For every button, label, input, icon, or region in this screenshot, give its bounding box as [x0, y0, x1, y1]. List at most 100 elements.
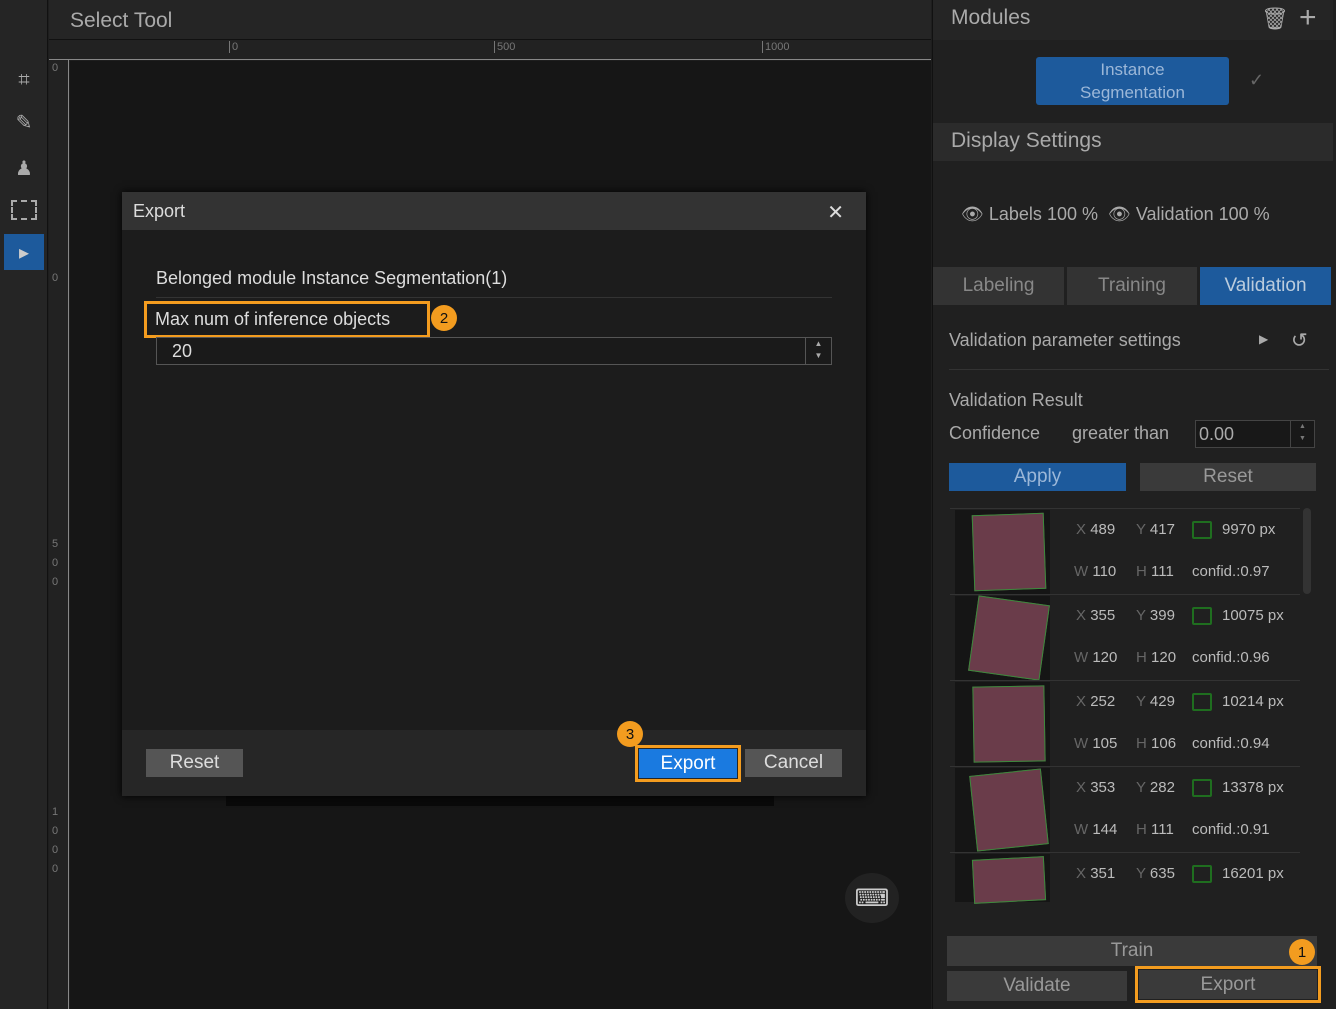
- field-label: X: [1076, 779, 1087, 796]
- result-value: 20: [172, 341, 193, 361]
- add-icon[interactable]: +: [1299, 1, 1317, 35]
- result-field: H 120: [1136, 649, 1176, 666]
- result-value: 0: [229, 41, 238, 53]
- object-mask: [969, 768, 1049, 852]
- result-item[interactable]: X 355 Y 399 10075 px W 120 H 120 confid.…: [950, 594, 1300, 681]
- train-button[interactable]: Train: [947, 936, 1317, 966]
- result-value: confid.:0.91: [1192, 821, 1270, 838]
- module-label: Belonged module Instance Segmentation(1): [156, 268, 832, 298]
- mask-color-swatch: [1192, 521, 1212, 539]
- result-item[interactable]: X 489 Y 417 9970 px W 110 H 111 confid.:…: [950, 508, 1300, 594]
- result-value: 0: [52, 272, 59, 284]
- field-label: Y: [1136, 693, 1146, 710]
- rect-select-icon[interactable]: [4, 192, 44, 228]
- validate-button[interactable]: Validate: [947, 971, 1127, 1001]
- result-value: 1000: [762, 41, 789, 53]
- field-label: Y: [1136, 865, 1146, 882]
- result-value: 100 %: [1046, 204, 1098, 224]
- modules-header: Modules 🗑 +: [933, 0, 1333, 40]
- check-icon: ✓: [1249, 70, 1265, 90]
- module-node-instance-segmentation[interactable]: Instance Segmentation: [1036, 57, 1229, 105]
- result-field: W 144: [1074, 821, 1117, 838]
- result-value: 0: [52, 825, 59, 837]
- result-value: confid.:0.96: [1192, 649, 1270, 666]
- result-field: W 110: [1074, 563, 1116, 580]
- result-item[interactable]: X 351 Y 635 16201 px: [950, 852, 1300, 904]
- result-value: 353: [1090, 779, 1116, 796]
- close-icon[interactable]: ✕: [827, 200, 844, 225]
- result-value: 0.00: [1199, 424, 1235, 444]
- result-value: confid.:0.97: [1192, 563, 1270, 580]
- result-value: 355: [1090, 607, 1116, 624]
- result-field: Y 635: [1136, 865, 1175, 882]
- result-item[interactable]: X 353 Y 282 13378 px W 144 H 111 confid.…: [950, 766, 1300, 852]
- result-field: X 351: [1076, 865, 1115, 882]
- history-icon[interactable]: ↺: [1291, 328, 1308, 353]
- result-value: confid.:0.94: [1192, 735, 1270, 752]
- step-badge-1: 1: [1289, 939, 1315, 965]
- result-field: W 120: [1074, 649, 1117, 666]
- apply-button[interactable]: Apply: [949, 463, 1126, 491]
- mask-color-swatch: [1192, 779, 1212, 797]
- tab-labeling[interactable]: Labeling: [933, 267, 1064, 305]
- tab-validation[interactable]: Validation: [1200, 267, 1331, 305]
- select-tool-icon[interactable]: ▸: [4, 234, 44, 270]
- expand-arrow-icon[interactable]: ▶: [1259, 332, 1268, 346]
- dialog-title: Export: [133, 201, 186, 221]
- field-label: X: [1076, 607, 1087, 624]
- result-field: X 355: [1076, 607, 1115, 624]
- results-scrollbar[interactable]: [1303, 508, 1311, 594]
- polygon-tool-icon[interactable]: ⌗: [4, 62, 44, 98]
- eye-icon[interactable]: 👁: [961, 204, 984, 224]
- result-item[interactable]: X 252 Y 429 10214 px W 105 H 106 confid.…: [950, 680, 1300, 766]
- result-value: 489: [1090, 521, 1116, 538]
- result-value: 105: [1092, 735, 1118, 752]
- display-settings-header: Display Settings: [933, 123, 1333, 161]
- max-objects-label: Max num of inference objects: [144, 301, 430, 338]
- result-value: 120: [1092, 649, 1118, 666]
- result-field: H 111: [1136, 563, 1174, 580]
- mask-color-swatch: [1192, 607, 1212, 625]
- field-label: X: [1076, 521, 1087, 538]
- result-value: 16201 px: [1222, 865, 1284, 882]
- result-field: Y 282: [1136, 779, 1175, 796]
- field-label: H: [1136, 649, 1147, 666]
- export-button[interactable]: Export: [1139, 970, 1317, 999]
- stamp-icon[interactable]: ♟: [4, 150, 44, 186]
- step-badge-2: 2: [431, 305, 457, 331]
- dialog-cancel-button[interactable]: Cancel: [745, 749, 842, 777]
- max-objects-input[interactable]: 20 ▲ ▼: [156, 337, 832, 365]
- result-value: 635: [1149, 865, 1175, 882]
- field-label: H: [1136, 735, 1147, 752]
- result-value: 351: [1090, 865, 1116, 882]
- result-value: 399: [1149, 607, 1175, 624]
- magic-wand-icon[interactable]: ✎: [4, 104, 44, 140]
- field-label: H: [1136, 821, 1147, 838]
- validation-result-title: Validation Result: [949, 390, 1083, 410]
- result-field: W 105: [1074, 735, 1117, 752]
- tab-training[interactable]: Training: [1067, 267, 1197, 305]
- result-value: 106: [1151, 735, 1177, 752]
- keyboard-icon[interactable]: ⌨: [845, 873, 899, 923]
- field-label: Y: [1136, 779, 1146, 796]
- step-badge-3: 3: [617, 721, 643, 747]
- result-value: 0: [52, 863, 59, 875]
- eye-icon[interactable]: 👁: [1108, 204, 1131, 224]
- spinner-arrows-icon[interactable]: ▲ ▼: [1290, 421, 1314, 447]
- result-field: X 489: [1076, 521, 1115, 538]
- validation-params-row[interactable]: Validation parameter settings ▶ ↺: [949, 330, 1329, 370]
- export-dialog: Export ✕ Belonged module Instance Segmen…: [122, 192, 866, 796]
- confidence-input[interactable]: 0.00 ▲ ▼: [1195, 420, 1315, 448]
- spinner-arrows-icon[interactable]: ▲ ▼: [805, 338, 831, 364]
- ruler-left: 0 0 5 0 0 1 0 0 0: [49, 60, 69, 1009]
- result-field: H 111: [1136, 821, 1174, 838]
- result-value: 10214 px: [1222, 693, 1284, 710]
- dialog-reset-button[interactable]: Reset: [146, 749, 243, 777]
- dialog-export-button[interactable]: Export: [639, 749, 737, 778]
- reset-button[interactable]: Reset: [1140, 463, 1316, 491]
- result-value: Validation: [1135, 204, 1214, 224]
- result-field: Y 417: [1136, 521, 1175, 538]
- result-value: Validation parameter settings: [949, 330, 1181, 350]
- trash-icon[interactable]: 🗑: [1261, 6, 1289, 32]
- greater-than-label: greater than: [1072, 423, 1170, 443]
